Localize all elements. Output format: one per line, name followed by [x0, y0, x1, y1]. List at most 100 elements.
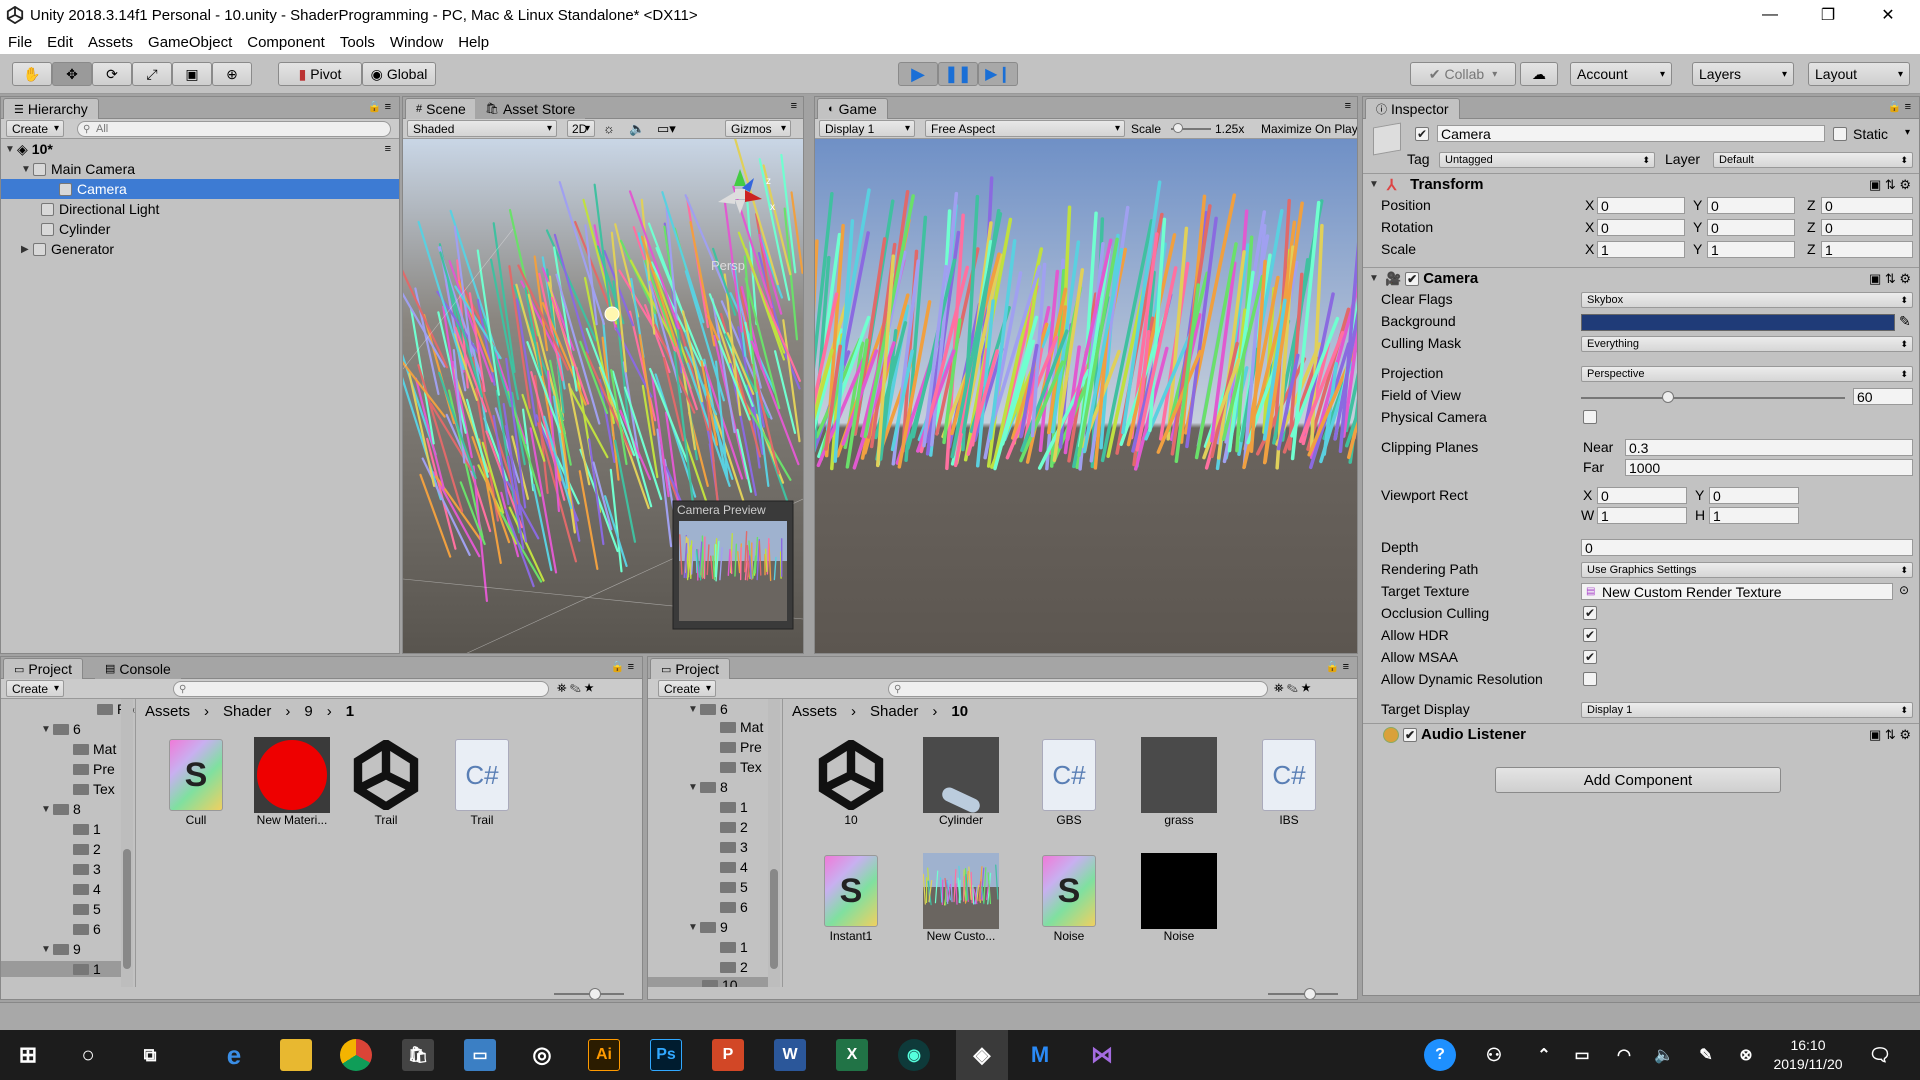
asset-item[interactable]: New Custo... [916, 853, 1006, 943]
2d-toggle[interactable]: 2D [567, 120, 595, 137]
breadcrumb-item[interactable]: Shader [223, 703, 271, 720]
scene-viewport[interactable]: z x Persp Camera Preview [403, 139, 804, 654]
menu-assets[interactable]: Assets [88, 34, 133, 51]
tab-game[interactable]: ◐ Game [817, 98, 888, 119]
tree-folder[interactable]: ▼ 9 [688, 919, 728, 935]
menu-help[interactable]: Help [458, 34, 489, 51]
asset-item[interactable]: New Materi... [247, 737, 337, 827]
illustrator-icon[interactable]: Ai [588, 1039, 620, 1071]
tree-folder[interactable]: 1 [73, 821, 101, 837]
object-picker-icon[interactable]: ⊙ [1899, 583, 1909, 597]
transform-header[interactable]: ▼ ⅄ Transform ▣ ⇅ ⚙ [1363, 173, 1919, 195]
breadcrumb-item[interactable]: Shader [870, 703, 918, 720]
unity-taskbar-icon[interactable]: ◈ [966, 1039, 998, 1071]
position-x-field[interactable]: 0 [1597, 197, 1685, 214]
tree-folder[interactable]: Pre [720, 739, 762, 755]
minimize-button[interactable]: — [1742, 0, 1798, 30]
expand-arrow-icon[interactable]: ▼ [5, 144, 17, 155]
breadcrumb-item[interactable]: 9 [304, 703, 312, 720]
play-button[interactable]: ▶ [898, 62, 938, 86]
viewport-h-field[interactable]: 1 [1709, 507, 1799, 524]
shading-mode-dropdown[interactable]: Shaded [407, 120, 557, 137]
search-icon[interactable]: ○ [72, 1039, 104, 1071]
filter-icons[interactable]: ⛯ ✎ ★ [1274, 681, 1311, 696]
help-icon[interactable]: ? [1424, 1039, 1456, 1071]
tree-folder[interactable]: ▼ 8 [688, 779, 728, 795]
tree-folder[interactable]: ▼ 9 [41, 941, 81, 957]
edge-icon[interactable]: e [218, 1039, 250, 1071]
target-display-dropdown[interactable]: Display 1 [1581, 702, 1913, 718]
static-checkbox[interactable] [1833, 127, 1847, 141]
asset-item[interactable]: S Noise [1024, 853, 1114, 943]
target-texture-field[interactable]: ▤ New Custom Render Texture [1581, 583, 1893, 600]
visual-studio-icon[interactable]: ⋈ [1086, 1039, 1118, 1071]
asset-item[interactable]: C# Trail [437, 737, 527, 827]
position-z-field[interactable]: 0 [1821, 197, 1913, 214]
icon-size-slider-thumb[interactable] [1304, 988, 1316, 999]
panel-menu-icon[interactable]: 🔒 ≡ [368, 100, 391, 113]
tree-folder[interactable]: Mat [720, 719, 763, 735]
menu-component[interactable]: Component [247, 34, 325, 51]
audio-listener-header[interactable]: ✔ Audio Listener ▣ ⇅ ⚙ [1363, 723, 1919, 745]
tree-folder[interactable]: 6 [73, 921, 101, 937]
hand-tool-button[interactable]: ✋ [12, 62, 52, 86]
maximize-on-play-toggle[interactable]: Maximize On Play [1261, 122, 1357, 136]
gizmos-dropdown[interactable]: Gizmos [725, 120, 791, 137]
physical-camera-checkbox[interactable] [1583, 410, 1597, 424]
project-create-dropdown[interactable]: Create [6, 680, 64, 697]
object-name-field[interactable]: Camera [1437, 125, 1825, 142]
tree-folder[interactable]: 6 [720, 899, 748, 915]
expand-arrow-icon[interactable]: ▼ [41, 944, 53, 955]
close-circle-icon[interactable]: ⊗ [1730, 1039, 1762, 1071]
breadcrumb-item[interactable]: 10 [951, 703, 968, 720]
rotation-z-field[interactable]: 0 [1821, 219, 1913, 236]
position-y-field[interactable]: 0 [1707, 197, 1795, 214]
background-color-swatch[interactable] [1581, 314, 1895, 331]
aspect-dropdown[interactable]: Free Aspect [925, 120, 1125, 137]
hierarchy-search-input[interactable]: All ⚲ [77, 121, 391, 137]
tab-scene[interactable]: # Scene [405, 98, 477, 119]
cloud-button[interactable]: ☁ [1520, 62, 1558, 86]
allow-hdr-checkbox[interactable]: ✔ [1583, 628, 1597, 642]
panel-menu-icon[interactable]: 🔒 ≡ [1888, 100, 1911, 113]
culling-mask-dropdown[interactable]: Everything [1581, 336, 1913, 352]
tree-folder-selected[interactable]: 1 [1, 961, 121, 977]
expand-arrow-icon[interactable]: ▼ [688, 704, 700, 715]
asset-item[interactable]: Cylinder [916, 737, 1006, 827]
dynamic-resolution-checkbox[interactable] [1583, 672, 1597, 686]
panel-menu-icon[interactable]: ≡ [791, 100, 797, 112]
camera-component-header[interactable]: ▼ 🎥 ✔ Camera ▣ ⇅ ⚙ [1363, 267, 1919, 289]
effects-toggle-icon[interactable]: ▭▾ [657, 121, 676, 137]
expand-arrow-icon[interactable]: ▼ [1369, 179, 1381, 190]
tree-folder-selected[interactable]: 10 [648, 977, 768, 987]
rotation-y-field[interactable]: 0 [1707, 219, 1795, 236]
tree-folder[interactable]: 5 [73, 901, 101, 917]
tree-folder[interactable]: 1 [720, 799, 748, 815]
panel-menu-icon[interactable]: ≡ [1345, 100, 1351, 112]
scale-z-field[interactable]: 1 [1821, 241, 1913, 258]
tree-folder[interactable]: 3 [720, 839, 748, 855]
tab-project[interactable]: ▭ Project [3, 658, 83, 679]
menu-window[interactable]: Window [390, 34, 443, 51]
hierarchy-create-dropdown[interactable]: Create [6, 120, 64, 137]
eyedropper-icon[interactable]: ✎ [1899, 313, 1911, 330]
game-viewport[interactable] [815, 139, 1358, 654]
battery-icon[interactable]: ▭ [1566, 1039, 1598, 1071]
pause-button[interactable]: ❚❚ [938, 62, 978, 86]
hierarchy-item-cylinder[interactable]: Cylinder [1, 219, 399, 239]
tab-project[interactable]: ▭ Project [650, 658, 730, 679]
asset-item[interactable]: C# GBS [1024, 737, 1114, 827]
scale-tool-button[interactable]: ⤢ [132, 62, 172, 86]
transform-tool-button[interactable]: ⊕ [212, 62, 252, 86]
malwarebytes-icon[interactable]: M [1024, 1039, 1056, 1071]
asset-item[interactable]: Noise [1134, 853, 1224, 943]
menu-gameobject[interactable]: GameObject [148, 34, 232, 51]
scrollbar-thumb[interactable] [770, 869, 778, 969]
people-icon[interactable]: ⚇ [1478, 1039, 1510, 1071]
asset-item[interactable]: S Cull [151, 737, 241, 827]
photoshop-icon[interactable]: Ps [650, 1039, 682, 1071]
rendering-path-dropdown[interactable]: Use Graphics Settings [1581, 562, 1913, 578]
audio-listener-enabled-checkbox[interactable]: ✔ [1403, 727, 1417, 742]
component-settings-icon[interactable]: ▣ ⇅ ⚙ [1869, 727, 1911, 743]
layer-dropdown[interactable]: Default [1713, 152, 1913, 168]
